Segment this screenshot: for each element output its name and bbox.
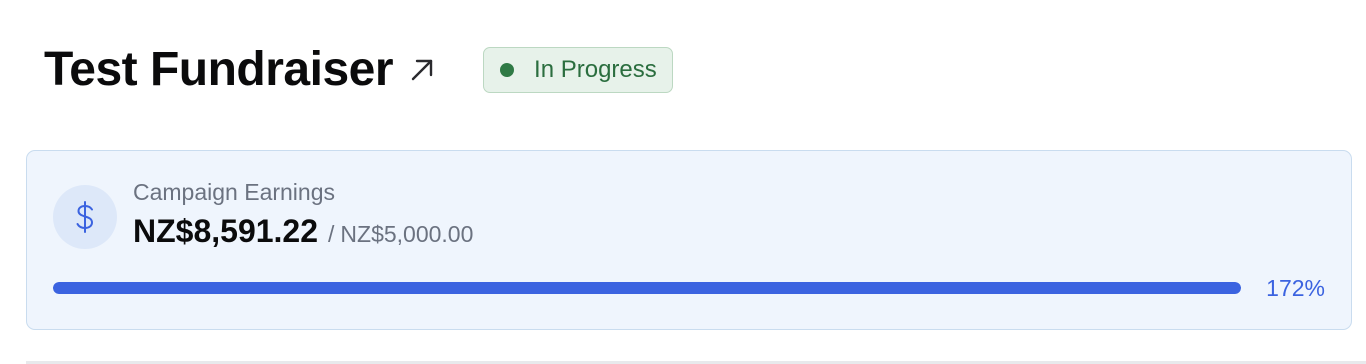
campaign-page: Test Fundraiser In Progress Campaign Ear… xyxy=(0,0,1366,364)
status-badge-label: In Progress xyxy=(534,56,657,83)
dollar-icon xyxy=(53,185,117,249)
progress-bar xyxy=(53,282,1241,294)
earnings-label: Campaign Earnings xyxy=(133,179,336,205)
progress-bar-fill xyxy=(53,282,1241,294)
earnings-amount-row: NZ$8,591.22 / NZ$5,000.00 xyxy=(133,213,473,250)
amount-separator: / xyxy=(328,221,335,247)
status-badge: In Progress xyxy=(483,47,673,93)
arrow-up-right-icon[interactable] xyxy=(407,55,437,85)
progress-percent: 172% xyxy=(1266,275,1325,301)
status-dot-icon xyxy=(500,63,515,77)
earnings-goal: NZ$5,000.00 xyxy=(340,221,474,247)
earnings-amount: NZ$8,591.22 xyxy=(133,213,319,249)
page-title: Test Fundraiser xyxy=(44,43,394,96)
page-header: Test Fundraiser In Progress xyxy=(44,40,673,100)
campaign-earnings-card: Campaign Earnings NZ$8,591.22 / NZ$5,000… xyxy=(26,150,1352,330)
